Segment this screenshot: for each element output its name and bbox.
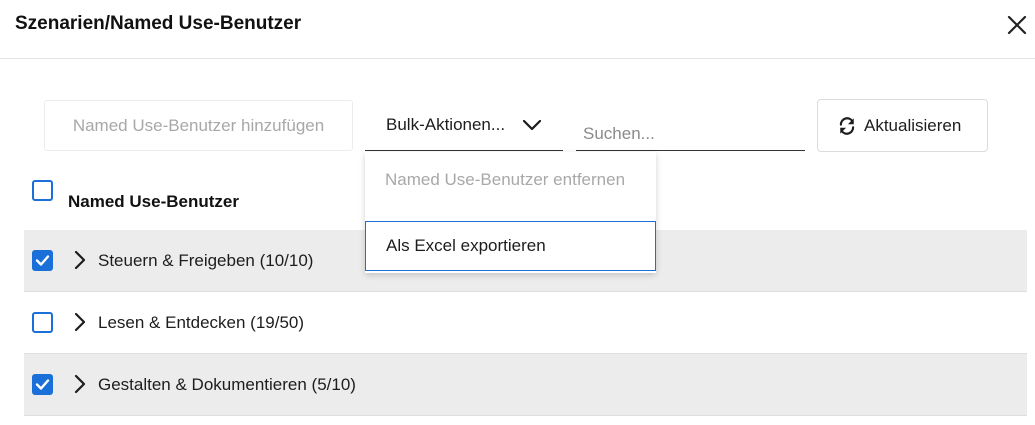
row-checkbox[interactable] — [32, 312, 53, 333]
dialog-header: Szenarien/Named Use-Benutzer — [0, 0, 1035, 59]
add-named-user-button[interactable]: Named Use-Benutzer hinzufügen — [44, 100, 353, 151]
close-icon — [1007, 15, 1027, 35]
add-named-user-label: Named Use-Benutzer hinzufügen — [72, 115, 325, 135]
row-label: Lesen & Entdecken (19/50) — [98, 313, 305, 332]
row-label: Gestalten & Dokumentieren (5/10) — [98, 375, 356, 394]
row-checkbox[interactable] — [32, 374, 53, 395]
table-row: Gestalten & Dokumentieren (5/10) — [24, 354, 1027, 416]
checkmark-icon — [35, 379, 50, 390]
bulk-actions-label: Bulk-Aktionen... — [386, 115, 506, 134]
menu-item-export-excel-label: Als Excel exportieren — [386, 236, 546, 255]
refresh-label: Aktualisieren — [864, 115, 962, 135]
checkmark-icon — [35, 255, 50, 266]
row-checkbox[interactable] — [32, 250, 53, 271]
bulk-actions-menu: Named Use-Benutzer entfernen Als Excel e… — [365, 152, 656, 273]
select-all-checkbox[interactable] — [32, 180, 53, 201]
dialog-title: Szenarien/Named Use-Benutzer — [15, 13, 302, 34]
table-row: Lesen & Entdecken (19/50) — [24, 292, 1027, 354]
chevron-right-icon[interactable] — [72, 374, 88, 394]
menu-item-export-excel[interactable]: Als Excel exportieren — [365, 221, 656, 271]
chevron-right-icon[interactable] — [72, 312, 88, 332]
close-button[interactable] — [1003, 11, 1031, 39]
column-title: Named Use-Benutzer — [68, 192, 239, 211]
chevron-down-icon — [522, 119, 542, 131]
refresh-button[interactable]: Aktualisieren — [817, 99, 988, 152]
refresh-icon — [839, 116, 855, 135]
menu-item-remove-named-users: Named Use-Benutzer entfernen — [385, 170, 626, 189]
row-label: Steuern & Freigeben (10/10) — [98, 251, 314, 270]
chevron-right-icon[interactable] — [72, 250, 88, 270]
bulk-actions-dropdown[interactable]: Bulk-Aktionen... — [365, 100, 563, 151]
search-input[interactable] — [576, 110, 805, 151]
